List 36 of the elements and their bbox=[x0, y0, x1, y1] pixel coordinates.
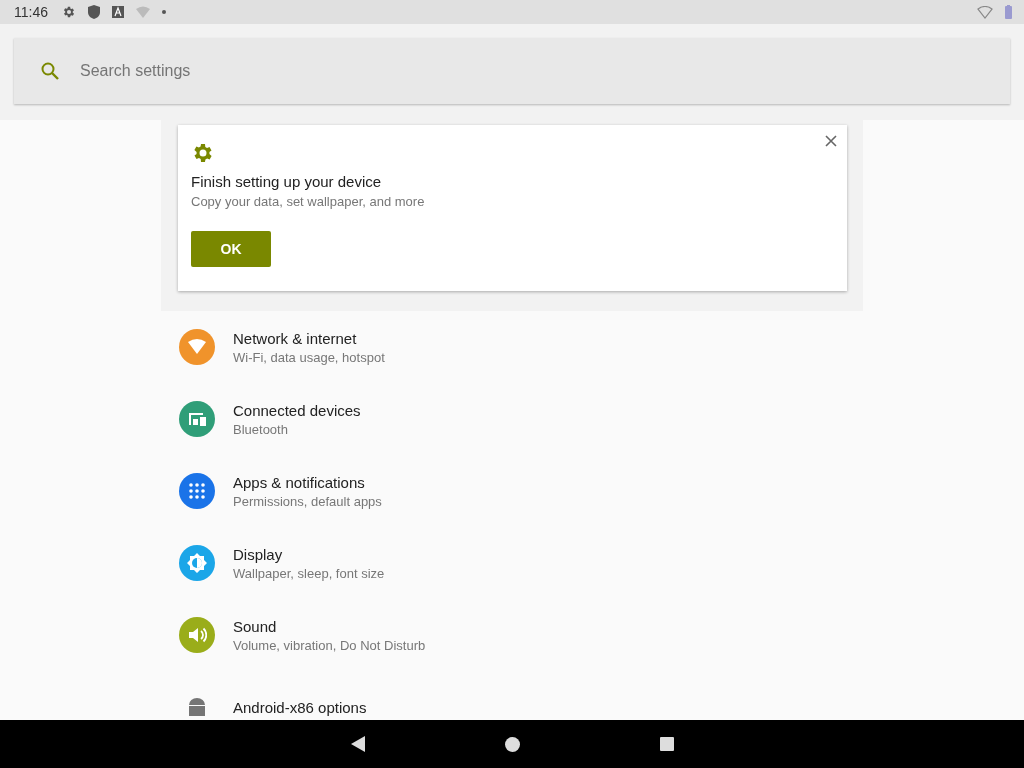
search-icon bbox=[40, 61, 60, 81]
gear-icon bbox=[62, 5, 76, 19]
battery-icon bbox=[1005, 5, 1012, 19]
close-button[interactable] bbox=[823, 133, 839, 149]
status-time: 11:46 bbox=[14, 4, 48, 20]
settings-item[interactable]: Connected devices Bluetooth bbox=[161, 383, 863, 455]
setting-title: Connected devices bbox=[233, 401, 361, 419]
close-icon bbox=[825, 135, 837, 147]
wifi-unknown-icon bbox=[136, 6, 150, 18]
shield-icon bbox=[88, 5, 100, 19]
setting-title: Display bbox=[233, 545, 284, 563]
search-field[interactable]: Search settings bbox=[78, 61, 984, 81]
settings-item[interactable]: Sound Volume, vibration, Do Not Disturb bbox=[161, 599, 863, 671]
keyboard-letter-icon bbox=[112, 6, 124, 18]
setting-subtitle: Wi-Fi, data usage, hotspot bbox=[233, 349, 385, 365]
setting-subtitle: Volume, vibration, Do Not Disturb bbox=[233, 637, 426, 653]
setting-subtitle: Wallpaper, sleep, font size bbox=[233, 565, 385, 581]
suggestion-subtitle: Copy your data, set wallpaper, and more bbox=[191, 194, 425, 209]
home-button[interactable] bbox=[504, 736, 520, 752]
recents-button[interactable] bbox=[659, 737, 674, 751]
setting-title: Sound bbox=[233, 617, 278, 635]
setting-title: Apps & notifications bbox=[233, 473, 366, 491]
settings-item[interactable]: Android-x86 options bbox=[161, 671, 863, 720]
settings-item[interactable]: Apps & notifications Permissions, default apps bbox=[161, 455, 863, 527]
search-bar[interactable]: Search settings bbox=[14, 38, 1010, 104]
wifi-outline-icon bbox=[977, 5, 993, 19]
settings-item[interactable]: Network & internet Wi-Fi, data usage, hotspot bbox=[161, 311, 863, 383]
ok-button[interactable]: OK bbox=[191, 231, 271, 267]
settings-item[interactable]: Display Wallpaper, sleep, font size bbox=[161, 527, 863, 599]
suggestion-title: Finish setting up your device bbox=[191, 173, 382, 190]
setting-title: Network & internet bbox=[233, 329, 358, 347]
dot-icon bbox=[162, 10, 166, 14]
back-button[interactable] bbox=[350, 736, 365, 752]
setting-title: Android-x86 options bbox=[233, 698, 367, 716]
setting-subtitle: Bluetooth bbox=[233, 421, 289, 437]
setting-subtitle: Permissions, default apps bbox=[233, 493, 382, 509]
